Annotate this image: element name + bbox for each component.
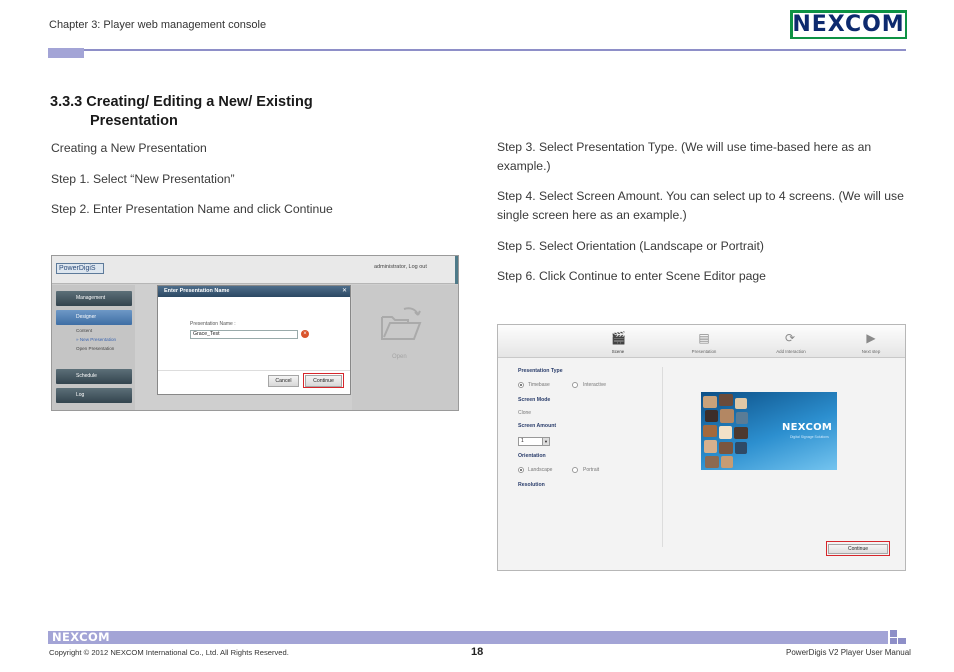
chevron-down-icon[interactable]: ▼ xyxy=(542,438,549,445)
cancel-button[interactable]: Cancel xyxy=(268,375,299,387)
intro-text: Creating a New Presentation xyxy=(51,141,207,155)
landscape-label: Landscape xyxy=(528,467,553,473)
step-4-text: Step 4. Select Screen Amount. You can se… xyxy=(497,189,904,222)
chapter-header: Chapter 3: Player web management console xyxy=(49,19,267,31)
nav-designer[interactable]: Designer xyxy=(56,310,132,325)
portrait-label: Portrait xyxy=(583,467,600,473)
interactive-label: Interactive xyxy=(583,382,607,388)
open-panel xyxy=(352,285,458,410)
clear-icon[interactable]: × xyxy=(301,330,309,338)
screen-mode-heading: Screen Mode xyxy=(518,397,551,403)
add-interaction-icon[interactable]: ⟳ xyxy=(783,331,797,345)
step-3-text: Step 3. Select Presentation Type. (We wi… xyxy=(497,140,872,173)
settings-divider xyxy=(662,367,663,547)
close-icon[interactable]: ✕ xyxy=(342,286,347,297)
interactive-radio[interactable] xyxy=(572,382,578,388)
nexcom-logo: NEXCOM xyxy=(790,10,907,39)
presentation-settings-screenshot: 🎬 Scene ▤ Presentation ⟳ Add Interaction… xyxy=(497,324,906,571)
screen-mode-value: Clone xyxy=(518,410,532,416)
dialog-divider xyxy=(158,370,350,371)
next-step-icon[interactable]: ▶ xyxy=(864,331,878,345)
photo-collage xyxy=(701,392,751,470)
tool-presentation[interactable]: Presentation xyxy=(674,349,734,354)
presentation-icon[interactable]: ▤ xyxy=(697,331,711,345)
continue-highlight xyxy=(826,541,890,556)
footer-square xyxy=(890,630,897,637)
timebase-radio[interactable] xyxy=(518,382,524,388)
continue-highlight xyxy=(303,373,344,388)
section-title-line2: Presentation xyxy=(90,113,178,129)
nav-management[interactable]: Management xyxy=(56,291,132,306)
landscape-radio[interactable] xyxy=(518,467,524,473)
app-top-bar xyxy=(52,256,458,284)
manual-title: PowerDigis V2 Player User Manual xyxy=(786,648,911,657)
sub-open-presentation[interactable]: Open Presentation xyxy=(76,346,114,351)
tool-scene[interactable]: Scene xyxy=(588,349,648,354)
footer-logo: NEXCOM xyxy=(52,630,110,644)
sub-content[interactable]: Content xyxy=(76,328,92,333)
open-folder-icon xyxy=(381,307,422,340)
screen-amount-heading: Screen Amount xyxy=(518,423,557,429)
sub-new-presentation[interactable]: » New Presentation xyxy=(76,337,116,342)
footer-square xyxy=(890,638,897,644)
tool-next-step[interactable]: Next step xyxy=(841,349,901,354)
header-accent-square xyxy=(48,48,84,58)
new-presentation-screenshot: PowerDigiS administrator, Log out Manage… xyxy=(51,255,459,411)
header-rule xyxy=(84,49,906,51)
presentation-name-label: Presentation Name : xyxy=(190,321,236,327)
resolution-heading: Resolution xyxy=(518,482,545,488)
open-label[interactable]: Open xyxy=(392,354,407,360)
step-1-text: Step 1. Select “New Presentation” xyxy=(51,172,235,186)
admin-logout-link[interactable]: administrator, Log out xyxy=(374,264,427,270)
section-title: 3.3.3 Creating/ Editing a New/ Existing … xyxy=(50,93,313,131)
screen-amount-value: 1 xyxy=(521,438,524,444)
scene-icon[interactable]: 🎬 xyxy=(611,331,626,345)
orientation-heading: Orientation xyxy=(518,453,546,459)
tool-add-interaction[interactable]: Add Interaction xyxy=(761,349,821,354)
step-6-text: Step 6. Click Continue to enter Scene Ed… xyxy=(497,269,766,283)
presentation-type-heading: Presentation Type xyxy=(518,368,563,374)
preview-subtitle: Digital Signage Solutions xyxy=(790,435,829,439)
footer-square xyxy=(898,638,906,644)
powerdigis-brand: PowerDigiS xyxy=(56,263,104,274)
copyright: Copyright © 2012 NEXCOM International Co… xyxy=(49,648,289,657)
dialog-title: Enter Presentation Name xyxy=(158,286,350,297)
timebase-label: Timebase xyxy=(528,382,550,388)
screen-amount-select[interactable]: 1 ▼ xyxy=(518,437,550,446)
step-2-text: Step 2. Enter Presentation Name and clic… xyxy=(51,202,333,216)
enter-name-dialog: Enter Presentation Name ✕ Presentation N… xyxy=(157,285,351,395)
section-title-line1: 3.3.3 Creating/ Editing a New/ Existing xyxy=(50,94,313,110)
preview-image: NEXCOM Digital Signage Solutions xyxy=(701,392,837,470)
presentation-name-input[interactable]: Grace_Test xyxy=(190,330,298,339)
preview-logo: NEXCOM xyxy=(782,422,833,433)
page-number: 18 xyxy=(471,646,484,658)
portrait-radio[interactable] xyxy=(572,467,578,473)
step-5-text: Step 5. Select Orientation (Landscape or… xyxy=(497,239,764,253)
top-bar-accent xyxy=(455,256,458,284)
logo-text: NEXCOM xyxy=(792,12,905,37)
footer-bar xyxy=(48,631,888,644)
nav-log[interactable]: Log xyxy=(56,388,132,403)
nav-schedule[interactable]: Schedule xyxy=(56,369,132,384)
